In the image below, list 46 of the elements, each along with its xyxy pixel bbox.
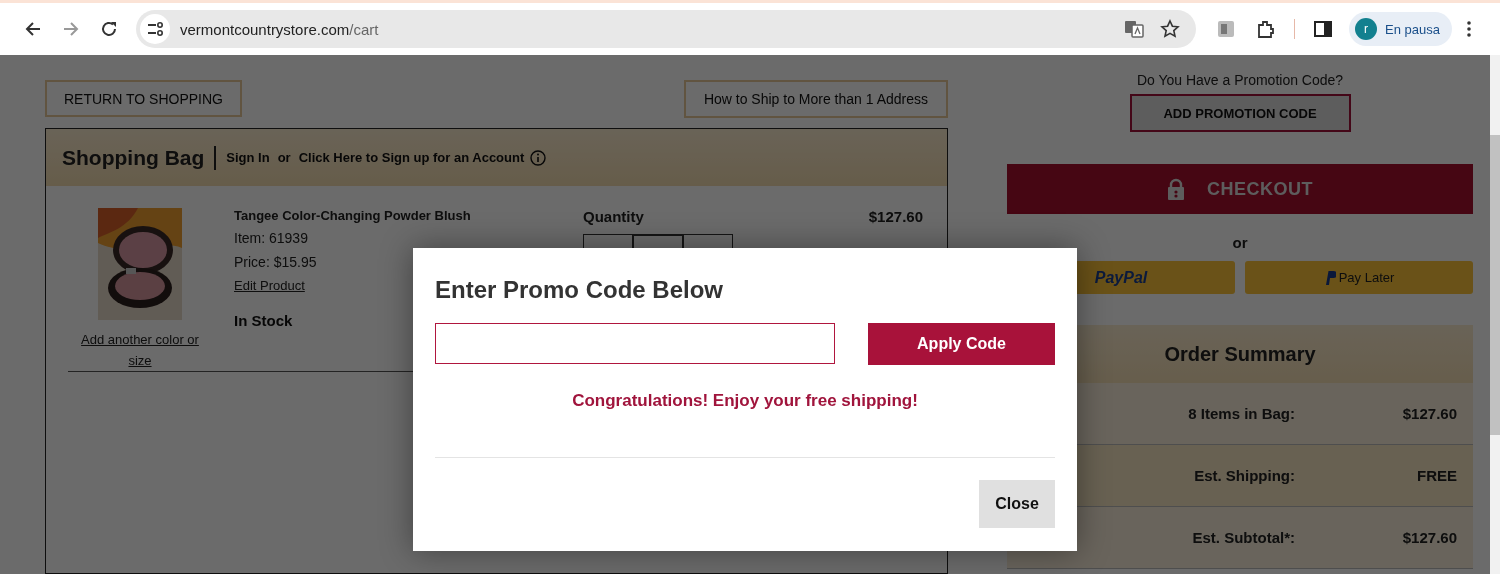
sign-in-link[interactable]: Sign In <box>226 150 270 165</box>
item-number: Item: 61939 <box>234 230 309 248</box>
quantity-label: Quantity <box>583 208 645 225</box>
pay-later-button[interactable]: Pay Later <box>1245 261 1473 294</box>
sign-up-link[interactable]: Click Here to Sign up for an Account <box>298 150 525 165</box>
summary-value: FREE <box>1416 467 1457 484</box>
promo-code-field[interactable] <box>435 323 835 364</box>
menu-icon[interactable] <box>1465 20 1472 38</box>
product-name: Tangee Color-Changing Powder Blush <box>234 208 472 225</box>
summary-value: $127.60 <box>1401 529 1457 546</box>
scrollbar[interactable] <box>1490 55 1500 574</box>
bag-title: Shopping Bag <box>62 145 205 170</box>
info-icon[interactable] <box>530 149 547 166</box>
summary-label: Est. Subtotal*: <box>1191 529 1295 546</box>
lock-icon <box>1167 178 1185 200</box>
item-price: Price: $15.95 <box>234 254 318 272</box>
reload-icon[interactable] <box>100 20 118 38</box>
return-button[interactable]: RETURN TO SHOPPING <box>45 80 242 117</box>
stock-status: In Stock <box>234 312 294 329</box>
puzzle-icon[interactable] <box>1256 19 1276 39</box>
profile-button[interactable]: r En pausa <box>1349 12 1452 46</box>
checkout-button[interactable]: CHECKOUT <box>1007 164 1473 214</box>
extension-icon[interactable] <box>1216 19 1236 39</box>
summary-label: Est. Shipping: <box>1193 467 1295 484</box>
apply-code-button[interactable]: Apply Code <box>868 323 1055 365</box>
or-text: or <box>277 150 291 165</box>
ship-info-button[interactable]: How to Ship to More than 1 Address <box>683 80 948 118</box>
summary-value: $127.60 <box>1401 405 1457 422</box>
close-button[interactable]: Close <box>979 480 1055 528</box>
address-bar[interactable]: vermontcountrystore.com/cart <box>136 10 1196 48</box>
url-text: vermontcountrystore.com/cart <box>180 20 379 38</box>
back-icon[interactable] <box>24 20 42 38</box>
promo-question: Do You Have a Promotion Code? <box>1136 72 1344 88</box>
forward-icon[interactable] <box>62 20 80 38</box>
add-variant-link[interactable]: Add another color or size <box>75 329 205 371</box>
add-promo-button[interactable]: ADD PROMOTION CODE <box>1129 94 1351 132</box>
paypal-icon <box>1323 270 1336 285</box>
side-panel-icon[interactable] <box>1313 19 1333 39</box>
summary-label: 8 Items in Bag: <box>1187 405 1295 422</box>
dialog-title: Enter Promo Code Below <box>435 276 725 304</box>
translate-icon[interactable] <box>1124 19 1144 39</box>
or-text: or <box>1232 234 1248 251</box>
site-settings-icon[interactable] <box>140 14 170 44</box>
star-icon[interactable] <box>1160 19 1180 39</box>
success-message: Congratulations! Enjoy your free shipping! <box>571 391 919 411</box>
avatar: r <box>1355 18 1377 40</box>
